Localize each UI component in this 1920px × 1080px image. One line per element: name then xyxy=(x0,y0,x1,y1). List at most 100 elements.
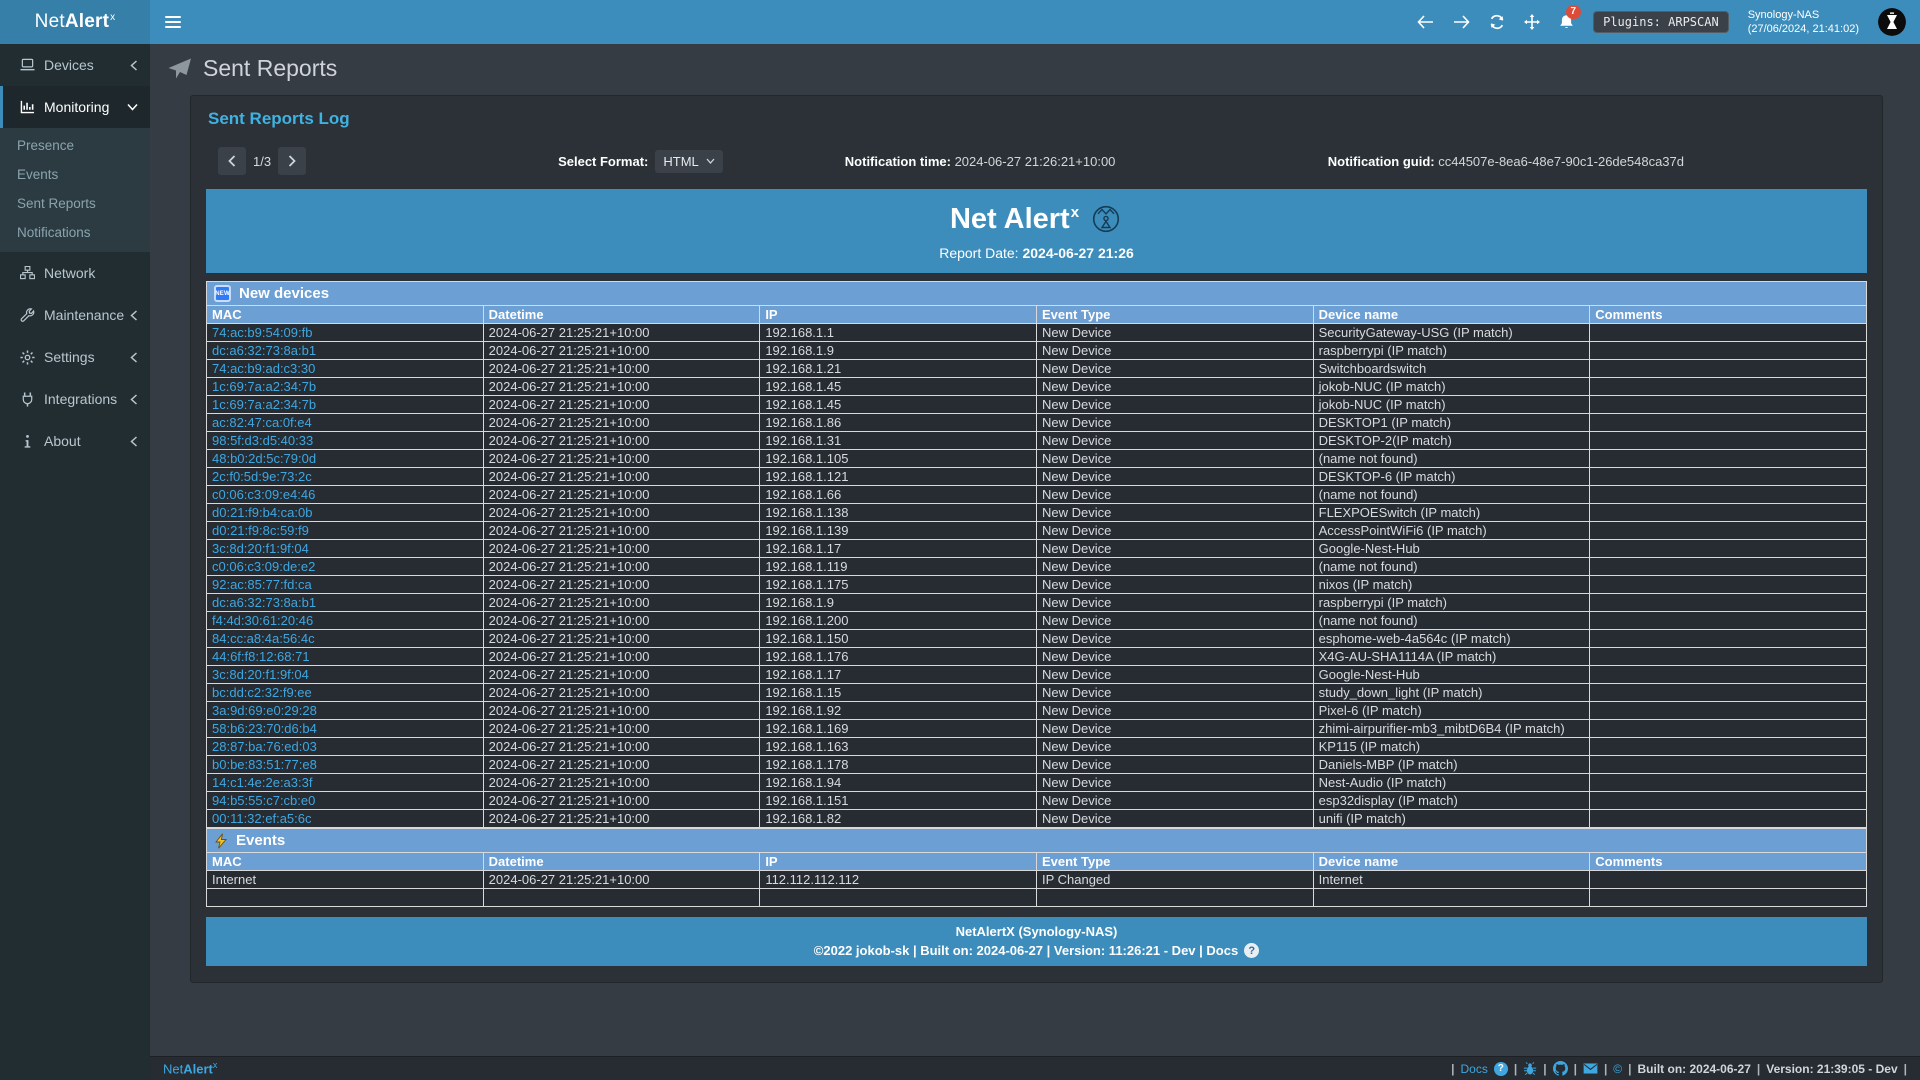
mac-link-cell[interactable]: 28:87:ba:76:ed:03 xyxy=(207,738,484,756)
table-row: dc:a6:32:73:8a:b12024-06-27 21:25:21+10:… xyxy=(207,594,1867,612)
footer-links: | Docs ? | | | | © | Built on: 2024-06-2… xyxy=(1451,1061,1907,1076)
wrench-icon xyxy=(20,308,35,323)
cell xyxy=(1590,396,1867,414)
mac-link-cell[interactable]: 3a:9d:69:e0:29:28 xyxy=(207,702,484,720)
forward-arrow-icon[interactable] xyxy=(1453,15,1470,29)
sidebar-item-integrations[interactable]: Integrations xyxy=(0,378,150,420)
sidebar-item-notifications[interactable]: Notifications xyxy=(0,218,150,247)
notification-guid: Notification guid: cc44507e-8ea6-48e7-90… xyxy=(1328,154,1684,169)
cell: AccessPointWiFi6 (IP match) xyxy=(1313,522,1590,540)
mac-link-cell[interactable]: 14:c1:4e:2e:a3:3f xyxy=(207,774,484,792)
cell: SecurityGateway-USG (IP match) xyxy=(1313,324,1590,342)
cell: 2024-06-27 21:25:21+10:00 xyxy=(483,504,760,522)
cell: IP Changed xyxy=(1036,871,1313,889)
table-row: 3c:8d:20:f1:9f:042024-06-27 21:25:21+10:… xyxy=(207,540,1867,558)
mac-link-cell[interactable]: 92:ac:85:77:fd:ca xyxy=(207,576,484,594)
mac-link-cell[interactable]: 48:b0:2d:5c:79:0d xyxy=(207,450,484,468)
bug-report-icon[interactable] xyxy=(1523,1062,1537,1076)
sidebar-item-events[interactable]: Events xyxy=(0,160,150,189)
cell: X4G-AU-SHA1114A (IP match) xyxy=(1313,648,1590,666)
cell: 2024-06-27 21:25:21+10:00 xyxy=(483,738,760,756)
mac-link-cell[interactable]: ac:82:47:ca:0f:e4 xyxy=(207,414,484,432)
mac-link-cell[interactable]: f4:4d:30:61:20:46 xyxy=(207,612,484,630)
cell: 2024-06-27 21:25:21+10:00 xyxy=(483,576,760,594)
docs-link[interactable]: Docs xyxy=(1461,1062,1488,1076)
app-logo[interactable]: NetAlertx xyxy=(0,0,150,44)
cell: 2024-06-27 21:25:21+10:00 xyxy=(483,432,760,450)
cell: 192.168.1.9 xyxy=(760,342,1037,360)
mac-link-cell[interactable]: bc:dd:c2:32:f9:ee xyxy=(207,684,484,702)
cell: New Device xyxy=(1036,558,1313,576)
sidebar-item-devices[interactable]: Devices xyxy=(0,44,150,86)
sidebar-item-settings[interactable]: Settings xyxy=(0,336,150,378)
format-select[interactable]: HTML xyxy=(655,150,722,173)
cell: 192.168.1.176 xyxy=(760,648,1037,666)
mac-link-cell[interactable]: 74:ac:b9:ad:c3:30 xyxy=(207,360,484,378)
mac-link-cell[interactable]: 74:ac:b9:54:09:fb xyxy=(207,324,484,342)
table-row: dc:a6:32:73:8a:b12024-06-27 21:25:21+10:… xyxy=(207,342,1867,360)
mac-link-cell[interactable]: 2c:f0:5d:9e:73:2c xyxy=(207,468,484,486)
email-icon[interactable] xyxy=(1583,1063,1598,1074)
cell xyxy=(1590,324,1867,342)
mac-link-cell[interactable]: 1c:69:7a:a2:34:7b xyxy=(207,378,484,396)
laptop-icon xyxy=(20,58,35,72)
mac-link-cell[interactable]: 98:5f:d3:d5:40:33 xyxy=(207,432,484,450)
column-header: Event Type xyxy=(1036,306,1313,324)
cell: 192.168.1.1 xyxy=(760,324,1037,342)
cell: Internet xyxy=(207,871,484,889)
cell xyxy=(1590,360,1867,378)
cell: New Device xyxy=(1036,450,1313,468)
sidebar-item-label: Settings xyxy=(44,349,95,365)
sidebar-toggle-button[interactable] xyxy=(150,0,196,44)
mac-link-cell[interactable]: 84:cc:a8:4a:56:4c xyxy=(207,630,484,648)
sidebar-item-monitoring[interactable]: Monitoring xyxy=(0,86,150,128)
mac-link-cell[interactable]: dc:a6:32:73:8a:b1 xyxy=(207,342,484,360)
cell xyxy=(1590,702,1867,720)
info-icon xyxy=(20,434,35,449)
sidebar-item-presence[interactable]: Presence xyxy=(0,131,150,160)
help-icon[interactable]: ? xyxy=(1244,943,1259,958)
cell: 2024-06-27 21:25:21+10:00 xyxy=(483,684,760,702)
refresh-icon[interactable] xyxy=(1489,14,1505,30)
github-icon[interactable] xyxy=(1553,1061,1568,1076)
mac-link-cell[interactable]: 3c:8d:20:f1:9f:04 xyxy=(207,666,484,684)
cell: unifi (IP match) xyxy=(1313,810,1590,828)
mac-link-cell[interactable]: 1c:69:7a:a2:34:7b xyxy=(207,396,484,414)
pagination: 1/3 xyxy=(218,147,306,175)
help-icon[interactable]: ? xyxy=(1494,1062,1508,1076)
mac-link-cell[interactable]: dc:a6:32:73:8a:b1 xyxy=(207,594,484,612)
sidebar-item-about[interactable]: About xyxy=(0,420,150,462)
mac-link-cell[interactable]: 44:6f:f8:12:68:71 xyxy=(207,648,484,666)
mac-link-cell[interactable]: 94:b5:55:c7:cb:e0 xyxy=(207,792,484,810)
next-page-button[interactable] xyxy=(278,147,306,175)
notifications-bell-icon[interactable]: 7 xyxy=(1559,14,1574,30)
mac-link-cell[interactable]: d0:21:f9:8c:59:f9 xyxy=(207,522,484,540)
mac-link-cell[interactable]: 00:11:32:ef:a5:6c xyxy=(207,810,484,828)
cell: 192.168.1.105 xyxy=(760,450,1037,468)
prev-page-button[interactable] xyxy=(218,147,246,175)
move-arrows-icon[interactable] xyxy=(1524,14,1540,30)
table-row: d0:21:f9:b4:ca:0b2024-06-27 21:25:21+10:… xyxy=(207,504,1867,522)
mac-link-cell[interactable]: 3c:8d:20:f1:9f:04 xyxy=(207,540,484,558)
plugins-status-badge[interactable]: Plugins: ARPSCAN xyxy=(1593,11,1729,33)
table-row: 94:b5:55:c7:cb:e02024-06-27 21:25:21+10:… xyxy=(207,792,1867,810)
table-row: 74:ac:b9:ad:c3:302024-06-27 21:25:21+10:… xyxy=(207,360,1867,378)
user-avatar[interactable] xyxy=(1878,8,1906,36)
sidebar-item-sent-reports[interactable]: Sent Reports xyxy=(0,189,150,218)
cell: 2024-06-27 21:25:21+10:00 xyxy=(483,666,760,684)
footer-brand-link[interactable]: NetAlertx xyxy=(163,1060,217,1076)
mac-link-cell[interactable]: c0:06:c3:09:e4:46 xyxy=(207,486,484,504)
mac-link-cell[interactable]: 58:b6:23:70:d6:b4 xyxy=(207,720,484,738)
copyright-icon[interactable]: © xyxy=(1613,1062,1622,1076)
mac-link-cell[interactable]: c0:06:c3:09:de:e2 xyxy=(207,558,484,576)
cell: 2024-06-27 21:25:21+10:00 xyxy=(483,360,760,378)
back-arrow-icon[interactable] xyxy=(1417,15,1434,29)
mac-link-cell[interactable]: b0:be:83:51:77:e8 xyxy=(207,756,484,774)
mac-link-cell[interactable]: d0:21:f9:b4:ca:0b xyxy=(207,504,484,522)
cell: 2024-06-27 21:25:21+10:00 xyxy=(483,342,760,360)
sent-reports-log-link[interactable]: Sent Reports Log xyxy=(191,96,1882,139)
sidebar-item-network[interactable]: Network xyxy=(0,252,150,294)
sidebar-item-maintenance[interactable]: Maintenance xyxy=(0,294,150,336)
table-row: 58:b6:23:70:d6:b42024-06-27 21:25:21+10:… xyxy=(207,720,1867,738)
cell: 2024-06-27 21:25:21+10:00 xyxy=(483,612,760,630)
